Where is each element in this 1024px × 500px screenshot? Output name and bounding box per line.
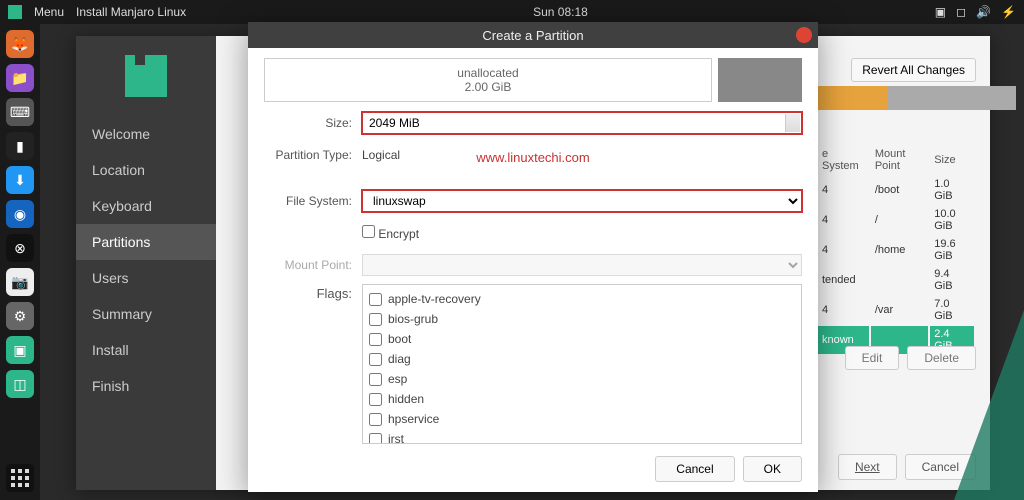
- encrypt-checkbox[interactable]: [362, 225, 375, 238]
- flags-list[interactable]: apple-tv-recoverybios-grubbootdiagesphid…: [362, 284, 802, 444]
- partition-preview: unallocated 2.00 GiB: [264, 58, 802, 102]
- tray-volume-icon[interactable]: 🔊: [976, 5, 991, 19]
- partition-table: e SystemMount PointSize 4/boot1.0 GiB4/1…: [816, 144, 976, 356]
- menu-button[interactable]: Menu: [34, 5, 64, 19]
- sidebar-item-partitions[interactable]: Partitions: [76, 224, 216, 260]
- installer-sidebar: WelcomeLocationKeyboardPartitionsUsersSu…: [76, 36, 216, 490]
- mount-point-select: [362, 254, 802, 276]
- manjaro-logo-icon: [8, 5, 22, 19]
- sidebar-item-keyboard[interactable]: Keyboard: [76, 188, 216, 224]
- dock-app-icon[interactable]: ◉: [6, 200, 34, 228]
- sidebar-item-users[interactable]: Users: [76, 260, 216, 296]
- sidebar-item-summary[interactable]: Summary: [76, 296, 216, 332]
- flags-label: Flags:: [264, 284, 352, 301]
- mount-point-label: Mount Point:: [264, 258, 352, 272]
- flag-checkbox[interactable]: [369, 313, 382, 326]
- dialog-title: Create a Partition: [482, 28, 583, 43]
- flag-checkbox[interactable]: [369, 433, 382, 445]
- flag-item[interactable]: irst: [369, 429, 795, 444]
- watermark-text: www.linuxtechi.com: [476, 150, 589, 165]
- dock-screenshot-icon[interactable]: 📷: [6, 268, 34, 296]
- dock-firefox-icon[interactable]: 🦊: [6, 30, 34, 58]
- dock-settings-icon[interactable]: ⊗: [6, 234, 34, 262]
- flag-item[interactable]: apple-tv-recovery: [369, 289, 795, 309]
- create-partition-dialog: Create a Partition unallocated 2.00 GiB …: [248, 22, 818, 492]
- clock[interactable]: Sun 08:18: [533, 5, 588, 19]
- flag-item[interactable]: bios-grub: [369, 309, 795, 329]
- dock: 🦊 📁 ⌨ ▮ ⬇ ◉ ⊗ 📷 ⚙ ▣ ◫: [0, 24, 40, 500]
- partition-type-label: Partition Type:: [264, 148, 352, 162]
- table-row[interactable]: 4/boot1.0 GiB: [818, 176, 974, 204]
- edit-button[interactable]: Edit: [845, 346, 900, 370]
- flag-checkbox[interactable]: [369, 333, 382, 346]
- tray-power-icon[interactable]: ⚡: [1001, 5, 1016, 19]
- flag-item[interactable]: esp: [369, 369, 795, 389]
- flag-checkbox[interactable]: [369, 393, 382, 406]
- next-button[interactable]: Next: [838, 454, 897, 480]
- installer-logo: [76, 36, 216, 116]
- flag-checkbox[interactable]: [369, 373, 382, 386]
- tray-screen-icon[interactable]: ◻: [956, 5, 966, 19]
- dock-installer-icon[interactable]: ▣: [6, 336, 34, 364]
- flag-item[interactable]: diag: [369, 349, 795, 369]
- sidebar-item-location[interactable]: Location: [76, 152, 216, 188]
- dock-terminal-icon[interactable]: ⌨: [6, 98, 34, 126]
- tray-display-icon[interactable]: ▣: [935, 5, 946, 19]
- flag-checkbox[interactable]: [369, 293, 382, 306]
- wallpaper-decoration: [954, 310, 1024, 500]
- sidebar-item-install[interactable]: Install: [76, 332, 216, 368]
- top-panel: Menu Install Manjaro Linux Sun 08:18 ▣ ◻…: [0, 0, 1024, 24]
- dock-files-icon[interactable]: 📁: [6, 64, 34, 92]
- dock-terminal2-icon[interactable]: ▮: [6, 132, 34, 160]
- revert-all-button[interactable]: Revert All Changes: [851, 58, 976, 82]
- flag-item[interactable]: hidden: [369, 389, 795, 409]
- sidebar-item-welcome[interactable]: Welcome: [76, 116, 216, 152]
- sidebar-item-finish[interactable]: Finish: [76, 368, 216, 404]
- dialog-ok-button[interactable]: OK: [743, 456, 802, 482]
- dock-system-icon[interactable]: ⚙: [6, 302, 34, 330]
- dialog-close-icon[interactable]: [796, 27, 812, 43]
- dock-apps-grid-icon[interactable]: [6, 464, 34, 492]
- used-segment: [718, 58, 802, 102]
- active-window-title[interactable]: Install Manjaro Linux: [76, 5, 186, 19]
- flag-item[interactable]: hpservice: [369, 409, 795, 429]
- flag-item[interactable]: boot: [369, 329, 795, 349]
- filesystem-select[interactable]: linuxswap: [362, 190, 802, 212]
- dock-manjaro-icon[interactable]: ◫: [6, 370, 34, 398]
- flag-checkbox[interactable]: [369, 353, 382, 366]
- size-input[interactable]: [362, 112, 802, 134]
- unallocated-segment[interactable]: unallocated 2.00 GiB: [264, 58, 712, 102]
- table-row[interactable]: tended9.4 GiB: [818, 266, 974, 294]
- size-label: Size:: [264, 116, 352, 130]
- filesystem-label: File System:: [264, 194, 352, 208]
- table-row[interactable]: 4/home19.6 GiB: [818, 236, 974, 264]
- dialog-cancel-button[interactable]: Cancel: [655, 456, 734, 482]
- dialog-titlebar: Create a Partition: [248, 22, 818, 48]
- table-row[interactable]: 4/var7.0 GiB: [818, 296, 974, 324]
- dock-download-icon[interactable]: ⬇: [6, 166, 34, 194]
- flag-checkbox[interactable]: [369, 413, 382, 426]
- table-row[interactable]: 4/10.0 GiB: [818, 206, 974, 234]
- encrypt-label: Encrypt: [378, 227, 419, 241]
